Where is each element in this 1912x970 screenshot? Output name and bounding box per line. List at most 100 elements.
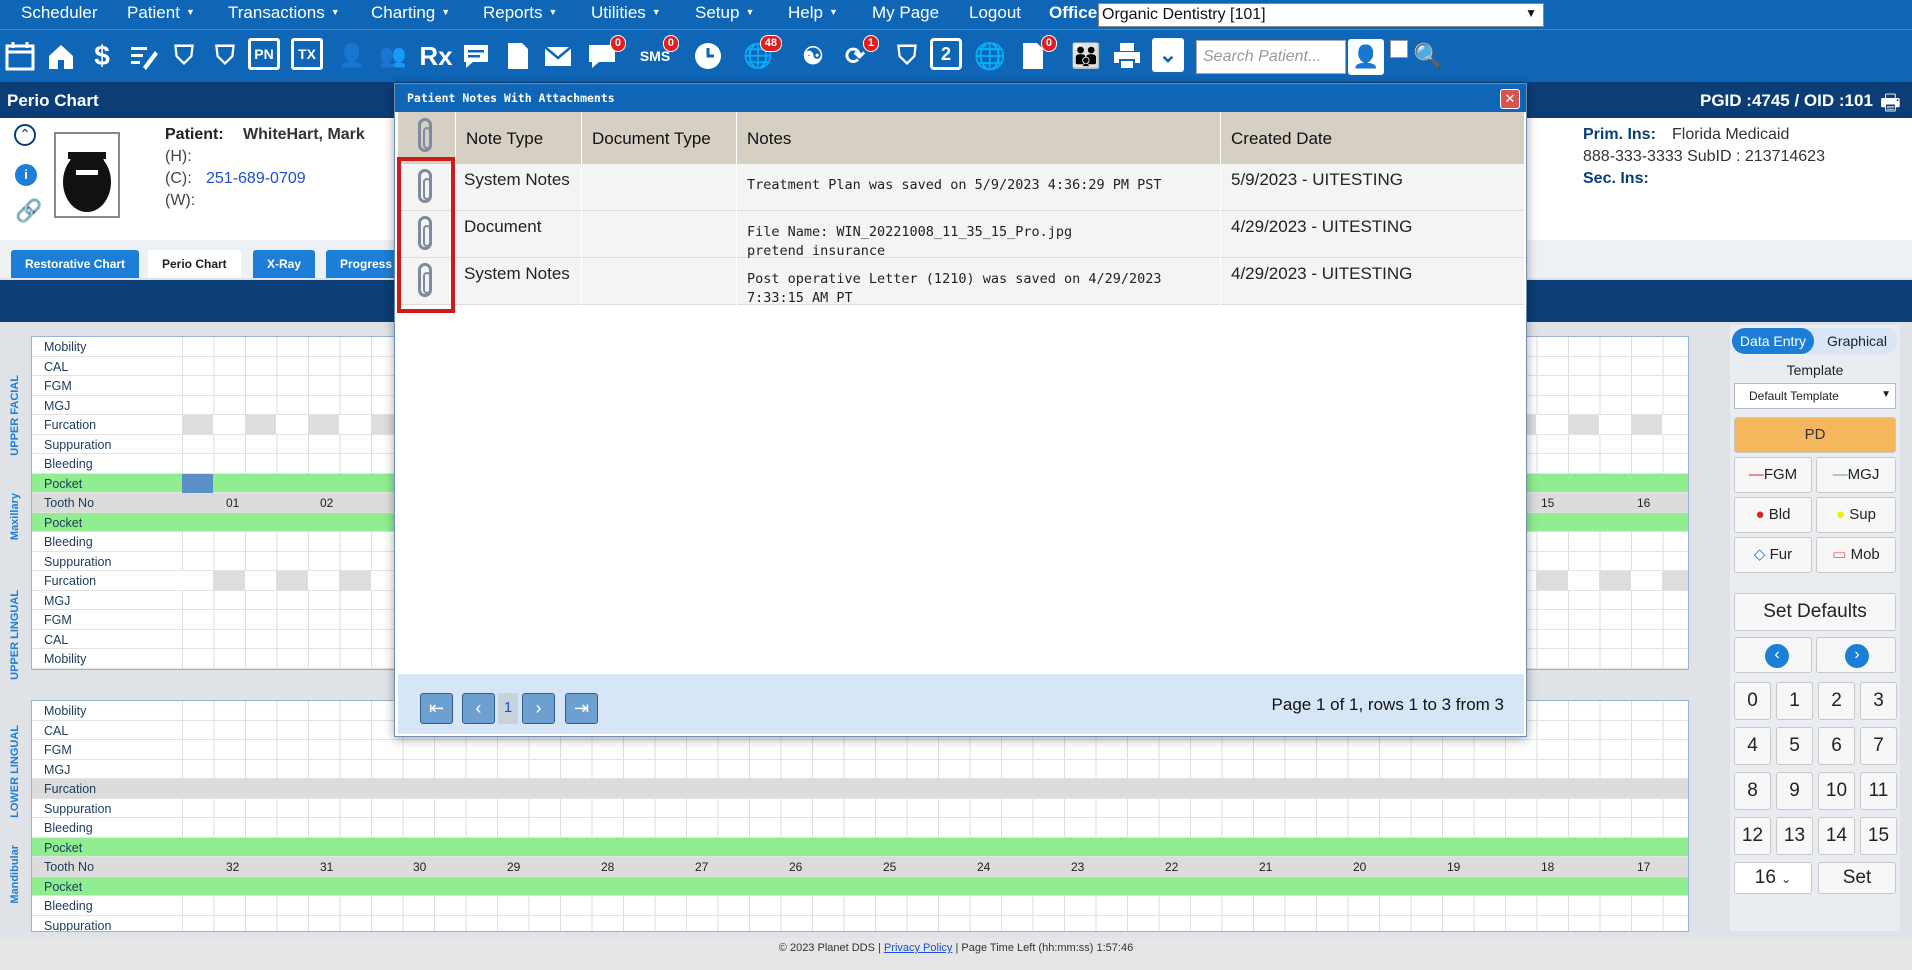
- next-page-button[interactable]: ›: [522, 693, 555, 724]
- user-search-icon[interactable]: 👤: [1348, 39, 1384, 75]
- search-patient-input[interactable]: Search Patient...: [1196, 40, 1346, 74]
- keypad-key[interactable]: 10: [1818, 772, 1855, 810]
- grid-row[interactable]: MGJ: [32, 759, 1688, 779]
- clock-icon[interactable]: [690, 38, 726, 74]
- keypad-key[interactable]: 4: [1734, 727, 1771, 765]
- keypad-key[interactable]: 7: [1860, 727, 1897, 765]
- furcation-button[interactable]: ◇ Fur: [1734, 537, 1812, 573]
- menu-patient[interactable]: Patient ▼: [127, 3, 195, 23]
- tooth-chart-icon[interactable]: ⛉: [889, 38, 925, 74]
- info-icon[interactable]: i: [15, 164, 37, 186]
- document-icon[interactable]: [500, 38, 536, 74]
- selected-cell[interactable]: [182, 473, 213, 493]
- office-select[interactable]: Organic Dentistry [101] ▼: [1098, 3, 1544, 27]
- next-button[interactable]: ›: [1816, 637, 1896, 673]
- prev-button[interactable]: ‹: [1734, 637, 1812, 673]
- recall-icon[interactable]: ⟳ 1: [837, 35, 879, 74]
- keypad-key[interactable]: 9: [1776, 772, 1813, 810]
- mgj-button[interactable]: —MGJ: [1816, 457, 1896, 493]
- chevrons-down-icon[interactable]: ⌄: [1152, 38, 1184, 72]
- menu-my-page[interactable]: My Page: [872, 3, 939, 23]
- fgm-button[interactable]: —FGM: [1734, 457, 1812, 493]
- created-date-header[interactable]: Created Date: [1221, 112, 1524, 164]
- tab-perio-chart[interactable]: Perio Chart: [148, 250, 241, 278]
- keypad-key[interactable]: 0: [1734, 682, 1771, 720]
- table-row[interactable]: System Notes Post operative Letter (1210…: [398, 258, 1524, 306]
- table-row[interactable]: Document File Name: WIN_20221008_11_35_1…: [398, 211, 1524, 259]
- menu-utilities[interactable]: Utilities ▼: [591, 3, 661, 23]
- grid-row[interactable]: FGM: [32, 740, 1688, 760]
- family-icon[interactable]: 👪: [1068, 38, 1104, 74]
- grid-row[interactable]: Suppuration: [32, 915, 1688, 931]
- number-two-icon[interactable]: 2: [930, 38, 962, 70]
- support-icon[interactable]: ☯: [795, 38, 831, 74]
- grid-row[interactable]: Suppuration: [32, 798, 1688, 818]
- chat-icon[interactable]: [458, 38, 494, 74]
- calendar-icon[interactable]: [2, 38, 38, 74]
- dollar-icon[interactable]: $: [84, 38, 120, 74]
- grid-row[interactable]: Bleeding: [32, 896, 1688, 916]
- tooth-select[interactable]: 16 ⌄: [1734, 862, 1812, 894]
- tab-restorative-chart[interactable]: Restorative Chart: [11, 250, 140, 278]
- home-icon[interactable]: [43, 38, 79, 74]
- tooth-outline-icon[interactable]: ⛉: [207, 38, 243, 74]
- group-search-icon[interactable]: 🔍: [1410, 38, 1446, 74]
- pd-button[interactable]: PD: [1734, 417, 1896, 453]
- table-row[interactable]: System Notes Treatment Plan was saved on…: [398, 164, 1524, 211]
- close-icon[interactable]: ✕: [1500, 89, 1520, 109]
- edit-list-icon[interactable]: [125, 38, 161, 74]
- add-group-icon[interactable]: 👥: [375, 38, 411, 74]
- bleeding-button[interactable]: ● Bld: [1734, 497, 1812, 533]
- suppuration-button[interactable]: ● Sup: [1816, 497, 1896, 533]
- keypad-key[interactable]: 14: [1818, 817, 1855, 855]
- keypad-key[interactable]: 1: [1776, 682, 1813, 720]
- menu-logout[interactable]: Logout: [969, 3, 1021, 23]
- paperclip-icon[interactable]: 🔗: [15, 198, 42, 224]
- privacy-policy-link[interactable]: Privacy Policy: [884, 942, 952, 954]
- web-icon[interactable]: 🌐: [972, 38, 1008, 74]
- grid-row[interactable]: Bleeding: [32, 818, 1688, 838]
- keypad-key[interactable]: 13: [1776, 817, 1813, 855]
- set-defaults-button[interactable]: Set Defaults: [1734, 593, 1896, 631]
- tx-icon[interactable]: TX: [291, 38, 323, 70]
- mail-icon[interactable]: [540, 38, 576, 74]
- print-icon[interactable]: [1109, 38, 1145, 74]
- sms-icon[interactable]: SMS 0: [637, 35, 679, 74]
- collapse-icon[interactable]: ⌃: [14, 124, 36, 146]
- note-type-header[interactable]: Note Type: [456, 112, 582, 164]
- menu-charting[interactable]: Charting ▼: [371, 3, 450, 23]
- first-page-button[interactable]: ⇤: [420, 693, 453, 724]
- notes-header[interactable]: Notes: [737, 112, 1221, 164]
- globe-icon[interactable]: 🌐 48: [740, 35, 782, 74]
- messages-icon[interactable]: 0: [584, 35, 626, 74]
- document-type-header[interactable]: Document Type: [582, 112, 737, 164]
- keypad-key[interactable]: 15: [1860, 817, 1897, 855]
- cell-phone[interactable]: 251-689-0709: [206, 170, 306, 188]
- keypad-key[interactable]: 8: [1734, 772, 1771, 810]
- data-entry-tab[interactable]: Data Entry: [1732, 328, 1814, 354]
- mobility-button[interactable]: ▭ Mob: [1816, 537, 1896, 573]
- menu-reports[interactable]: Reports ▼: [483, 3, 557, 23]
- menu-scheduler[interactable]: Scheduler: [21, 3, 98, 23]
- keypad-key[interactable]: 2: [1818, 682, 1855, 720]
- pn-icon[interactable]: PN: [248, 38, 280, 70]
- grid-row[interactable]: Furcation: [32, 779, 1688, 799]
- set-button[interactable]: Set: [1818, 862, 1896, 894]
- current-page[interactable]: 1: [498, 693, 518, 724]
- menu-transactions[interactable]: Transactions ▼: [228, 3, 340, 23]
- add-user-icon[interactable]: 👤: [334, 38, 370, 74]
- keypad-key[interactable]: 3: [1860, 682, 1897, 720]
- menu-setup[interactable]: Setup ▼: [695, 3, 754, 23]
- last-page-button[interactable]: ⇥: [565, 693, 598, 724]
- keypad-key[interactable]: 5: [1776, 727, 1813, 765]
- attachments-icon[interactable]: 0: [1015, 35, 1057, 74]
- tab-x-ray[interactable]: X-Ray: [253, 250, 316, 278]
- checkbox[interactable]: [1390, 40, 1408, 58]
- keypad-key[interactable]: 11: [1860, 772, 1897, 810]
- rx-icon[interactable]: Rx: [418, 38, 454, 74]
- prev-page-button[interactable]: ‹: [462, 693, 495, 724]
- keypad-key[interactable]: 6: [1818, 727, 1855, 765]
- grid-row-pocket[interactable]: Pocket: [32, 837, 1688, 857]
- template-select[interactable]: Default Template ▼: [1734, 383, 1896, 409]
- grid-row-pocket[interactable]: Pocket: [32, 876, 1688, 896]
